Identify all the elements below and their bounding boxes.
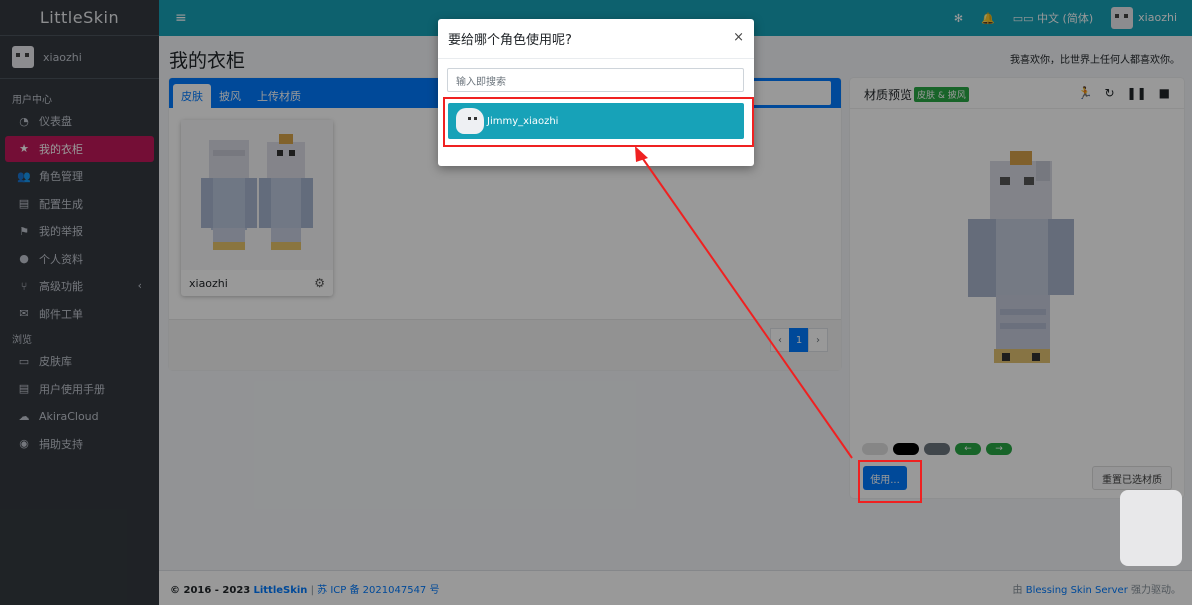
annotation-arrow xyxy=(635,146,853,459)
annotation-arrow-line xyxy=(640,155,853,459)
annotation-arrow-head xyxy=(635,146,648,162)
